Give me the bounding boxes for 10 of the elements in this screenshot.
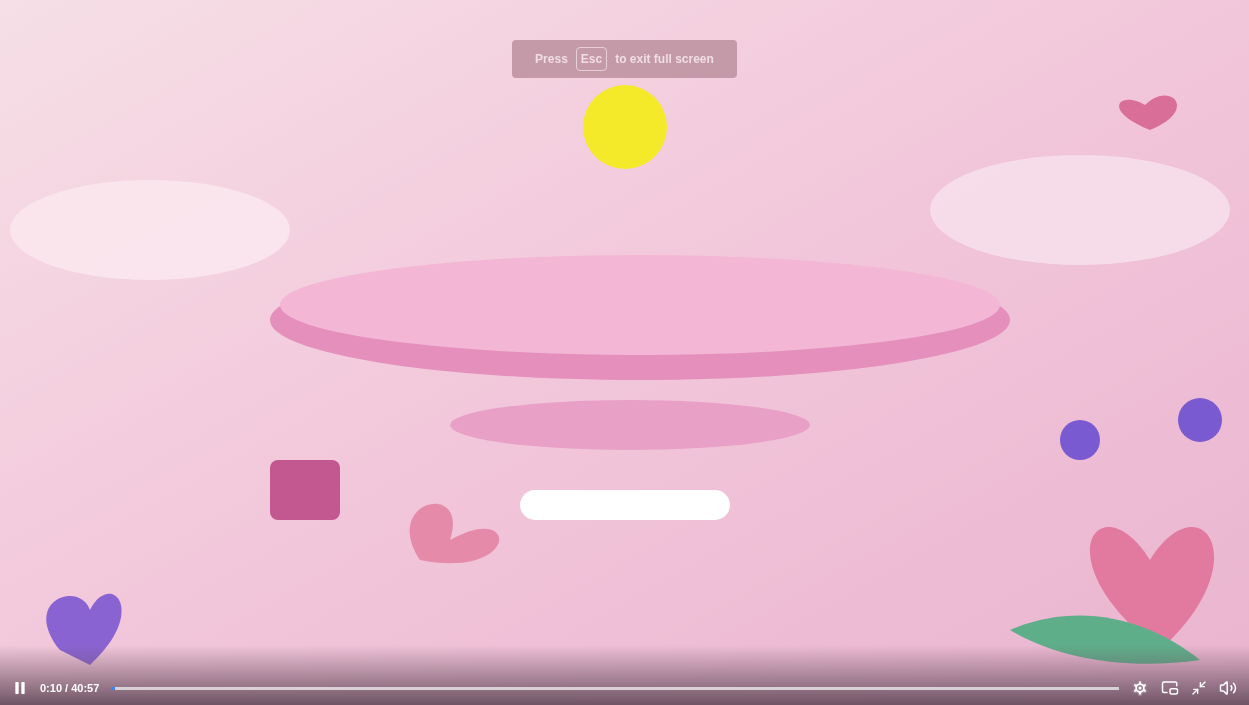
picture-in-picture-icon[interactable] <box>1161 679 1179 697</box>
notice-text: to exit full screen <box>615 51 714 68</box>
esc-key: Esc <box>575 47 608 71</box>
settings-icon[interactable] <box>1131 679 1149 697</box>
notice-text: Press <box>535 51 568 68</box>
pause-button[interactable] <box>12 680 28 696</box>
progress-track[interactable] <box>111 686 1119 690</box>
volume-icon[interactable] <box>1219 679 1237 697</box>
time-display: 0:10 / 40:57 <box>40 680 100 696</box>
exit-fullscreen-icon[interactable] <box>1191 680 1207 696</box>
